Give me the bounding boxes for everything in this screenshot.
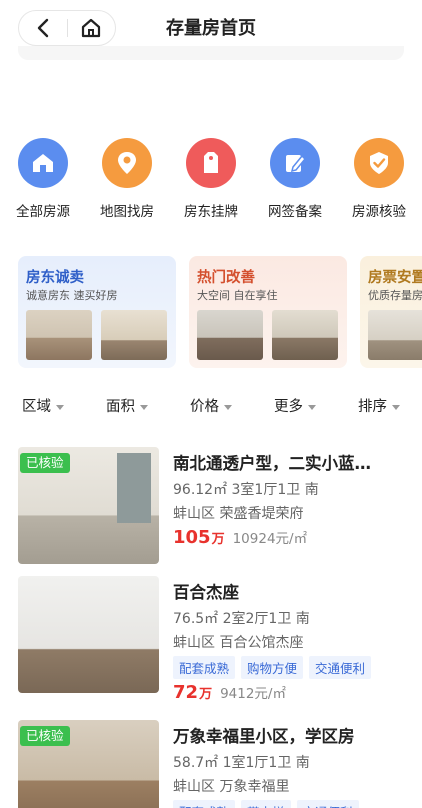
verified-badge: 已核验 <box>20 453 70 473</box>
promo-title: 热门改善 <box>197 270 255 286</box>
promo-room-photo <box>272 310 338 360</box>
promo-card-upgrade[interactable]: 热门改善 大空间 自在享住 <box>189 256 347 368</box>
listing-title: 南北通透户型，二实小蓝… <box>173 454 371 473</box>
filter-label: 价格 <box>190 399 219 415</box>
caret-down-icon <box>392 404 400 410</box>
price-total: 105 <box>173 527 211 548</box>
promo-room-photo <box>197 310 263 360</box>
filter-price[interactable]: 价格 <box>190 395 232 416</box>
filter-area-district[interactable]: 区域 <box>22 395 64 416</box>
listing-title: 百合杰座 <box>173 583 239 602</box>
quick-entry-map[interactable]: 地图找房 <box>87 138 167 220</box>
listing-spec: 58.7㎡ 1室1厅1卫 南 <box>173 755 310 771</box>
quick-entry-row: 全部房源 地图找房 房东挂牌 网签备案 房源核验 <box>0 138 422 228</box>
promo-room-photo <box>101 310 167 360</box>
listing-tags: 配套成熟 带电梯 交通便利 <box>173 800 359 808</box>
promo-room-photo <box>26 310 92 360</box>
caret-down-icon <box>308 404 316 410</box>
tag-icon <box>186 138 236 188</box>
filter-bar: 区域 面积 价格 更多 排序 <box>0 392 422 420</box>
listing-spec: 76.5㎡ 2室2厅1卫 南 <box>173 611 310 627</box>
quick-entry-all-listings[interactable]: 全部房源 <box>3 138 83 220</box>
feature-tag: 交通便利 <box>296 800 359 808</box>
page-title: 存量房首页 <box>166 18 256 39</box>
quick-entry-online-signing[interactable]: 网签备案 <box>255 138 335 220</box>
promo-subtitle: 诚意房东 速买好房 <box>26 289 118 302</box>
listing-spec: 96.12㎡ 3室1厅1卫 南 <box>173 482 319 498</box>
price-per-sqm: 9412元/㎡ <box>220 686 286 702</box>
listing-photo: 已核验 <box>18 720 159 808</box>
feature-tag: 配套成熟 <box>173 656 236 679</box>
filter-label: 排序 <box>358 399 387 415</box>
filter-more[interactable]: 更多 <box>274 395 316 416</box>
map-pin-icon <box>102 138 152 188</box>
filter-size[interactable]: 面积 <box>106 395 148 416</box>
shield-check-icon <box>354 138 404 188</box>
quick-entry-label: 地图找房 <box>100 204 154 220</box>
pen-document-icon <box>270 138 320 188</box>
quick-entry-label: 网签备案 <box>268 204 322 220</box>
caret-down-icon <box>224 404 232 410</box>
promo-subtitle: 大空间 自在享住 <box>197 289 278 302</box>
listing-location: 蚌山区 荣盛香堤荣府 <box>173 506 304 522</box>
quick-entry-landlord-listing[interactable]: 房东挂牌 <box>171 138 251 220</box>
listing-price: 72 万 9412元/㎡ <box>173 682 286 703</box>
listing-card[interactable]: 已核验 万象幸福里小区，学区房 58.7㎡ 1室1厅1卫 南 蚌山区 万象幸福里… <box>0 720 422 808</box>
search-box-edge[interactable] <box>18 46 404 60</box>
filter-label: 更多 <box>274 399 303 415</box>
filter-label: 区域 <box>22 399 51 415</box>
feature-tag: 带电梯 <box>241 800 291 808</box>
price-per-sqm: 10924元/㎡ <box>232 531 308 547</box>
quick-entry-label: 房东挂牌 <box>184 204 238 220</box>
price-unit: 万 <box>211 532 225 547</box>
promo-room-photo <box>368 310 422 360</box>
listing-photo <box>18 576 159 693</box>
listing-location: 蚌山区 百合公馆杰座 <box>173 635 304 651</box>
promo-title: 房票安置 <box>368 270 422 286</box>
filter-sort[interactable]: 排序 <box>358 395 400 416</box>
house-icon <box>18 138 68 188</box>
promo-card-housing-voucher[interactable]: 房票安置 优质存量房 <box>360 256 422 368</box>
listing-photo: 已核验 <box>18 447 159 564</box>
price-total: 72 <box>173 682 199 703</box>
filter-label: 面积 <box>106 399 135 415</box>
listing-card[interactable]: 百合杰座 76.5㎡ 2室2厅1卫 南 蚌山区 百合公馆杰座 配套成熟 购物方便… <box>0 576 422 706</box>
feature-tag: 交通便利 <box>309 656 372 679</box>
listing-location: 蚌山区 万象幸福里 <box>173 779 290 795</box>
promo-card-landlord-sale[interactable]: 房东诚卖 诚意房东 速买好房 <box>18 256 176 368</box>
caret-down-icon <box>56 404 64 410</box>
verified-badge: 已核验 <box>20 726 70 746</box>
feature-tag: 配套成熟 <box>173 800 236 808</box>
promo-title: 房东诚卖 <box>26 270 84 286</box>
quick-entry-verification[interactable]: 房源核验 <box>339 138 419 220</box>
quick-entry-label: 房源核验 <box>352 204 406 220</box>
caret-down-icon <box>140 404 148 410</box>
listing-card[interactable]: 已核验 南北通透户型，二实小蓝… 96.12㎡ 3室1厅1卫 南 蚌山区 荣盛香… <box>0 447 422 577</box>
listing-tags: 配套成熟 购物方便 交通便利 <box>173 656 372 679</box>
promo-subtitle: 优质存量房 <box>368 289 422 302</box>
listing-title: 万象幸福里小区，学区房 <box>173 727 355 746</box>
wall-panel <box>117 453 151 523</box>
quick-entry-label: 全部房源 <box>16 204 70 220</box>
listing-price: 105 万 10924元/㎡ <box>173 527 307 548</box>
feature-tag: 购物方便 <box>241 656 304 679</box>
price-unit: 万 <box>199 687 213 702</box>
